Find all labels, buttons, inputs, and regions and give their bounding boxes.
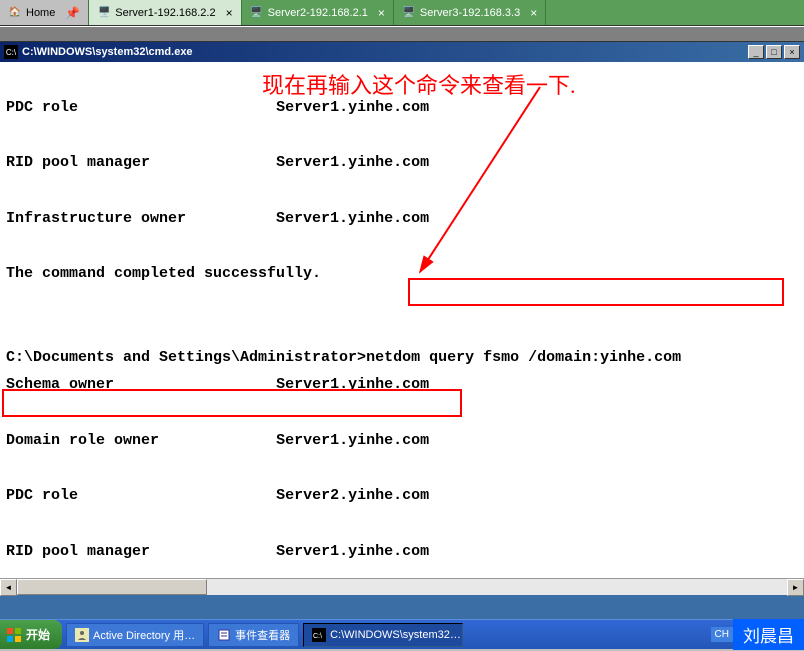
- taskbar-tray: CH 刘晨昌: [711, 620, 804, 649]
- eventviewer-icon: [217, 628, 231, 642]
- start-button[interactable]: 开始: [0, 620, 62, 649]
- minimize-button[interactable]: _: [748, 45, 764, 59]
- scroll-right-button[interactable]: ►: [787, 579, 804, 596]
- cmd-titlebar[interactable]: C:\ C:\WINDOWS\system32\cmd.exe _ □ ×: [0, 42, 804, 62]
- computer-icon: 🖥️: [402, 6, 416, 20]
- browser-tab-bar: 🏠 Home 📌 🖥️ Server1-192.168.2.2 × 🖥️ Ser…: [0, 0, 804, 26]
- taskbar-item-eventviewer[interactable]: 事件查看器: [208, 623, 299, 647]
- taskbar-label: Active Directory 用…: [93, 627, 195, 643]
- scroll-left-button[interactable]: ◄: [0, 579, 17, 596]
- windows-logo-icon: [6, 627, 22, 643]
- tab-label: Home: [26, 7, 55, 19]
- tab-label: Server1-192.168.2.2: [115, 7, 215, 19]
- sub-toolbar: [0, 26, 804, 42]
- home-icon: 🏠: [8, 6, 22, 20]
- taskbar-item-cmd[interactable]: C:\ C:\WINDOWS\system32…: [303, 623, 463, 647]
- annotation-text: 现在再输入这个命令来查看一下.: [262, 66, 576, 107]
- ad-icon: [75, 628, 89, 642]
- desktop-area: [0, 595, 804, 619]
- cmd-icon: C:\: [312, 628, 326, 642]
- close-icon[interactable]: ×: [226, 6, 233, 20]
- tab-label: Server2-192.168.2.1: [268, 7, 368, 19]
- tab-server3[interactable]: 🖥️ Server3-192.168.3.3 ×: [394, 0, 546, 25]
- output-line: RID pool manager Server1.yinhe.com: [6, 543, 429, 560]
- cmd-icon: C:\: [4, 45, 18, 59]
- output-line: Schema owner Server1.yinhe.com: [6, 376, 429, 393]
- close-button[interactable]: ×: [784, 45, 800, 59]
- close-icon[interactable]: ×: [378, 6, 385, 20]
- prompt-line: C:\Documents and Settings\Administrator>…: [6, 349, 681, 366]
- svg-text:C:\: C:\: [313, 633, 322, 640]
- cmd-window: C:\ C:\WINDOWS\system32\cmd.exe _ □ × PD…: [0, 42, 804, 595]
- taskbar-item-ad[interactable]: Active Directory 用…: [66, 623, 204, 647]
- close-icon[interactable]: ×: [530, 6, 537, 20]
- computer-icon: 🖥️: [97, 6, 111, 20]
- start-label: 开始: [26, 626, 50, 643]
- horizontal-scrollbar[interactable]: ◄ ►: [0, 578, 804, 595]
- tab-label: Server3-192.168.3.3: [420, 7, 520, 19]
- pin-icon[interactable]: 📌: [65, 6, 80, 20]
- ime-indicator[interactable]: CH: [711, 627, 733, 642]
- output-line: PDC role Server2.yinhe.com: [6, 487, 429, 504]
- scroll-thumb[interactable]: [17, 579, 207, 595]
- tab-server2[interactable]: 🖥️ Server2-192.168.2.1 ×: [242, 0, 394, 25]
- tab-server1[interactable]: 🖥️ Server1-192.168.2.2 ×: [89, 0, 241, 25]
- computer-icon: 🖥️: [250, 6, 264, 20]
- output-line: Domain role owner Server1.yinhe.com: [6, 432, 429, 449]
- highlight-box-command: [408, 278, 784, 306]
- taskbar: 开始 Active Directory 用… 事件查看器 C:\ C:\WIND…: [0, 619, 804, 649]
- scroll-track[interactable]: [17, 579, 787, 595]
- author-watermark: 刘晨昌: [733, 619, 804, 650]
- taskbar-label: 事件查看器: [235, 627, 290, 643]
- window-controls: _ □ ×: [748, 45, 800, 59]
- cmd-output[interactable]: PDC role Server1.yinhe.com RID pool mana…: [0, 62, 804, 578]
- maximize-button[interactable]: □: [766, 45, 782, 59]
- cmd-title: C:\WINDOWS\system32\cmd.exe: [22, 46, 748, 58]
- output-line: Infrastructure owner Server1.yinhe.com: [6, 210, 429, 227]
- output-line: The command completed successfully.: [6, 265, 321, 282]
- annotation-arrow: [410, 82, 560, 282]
- tab-home[interactable]: 🏠 Home 📌: [0, 0, 89, 25]
- taskbar-label: C:\WINDOWS\system32…: [330, 629, 461, 641]
- output-line: RID pool manager Server1.yinhe.com: [6, 154, 429, 171]
